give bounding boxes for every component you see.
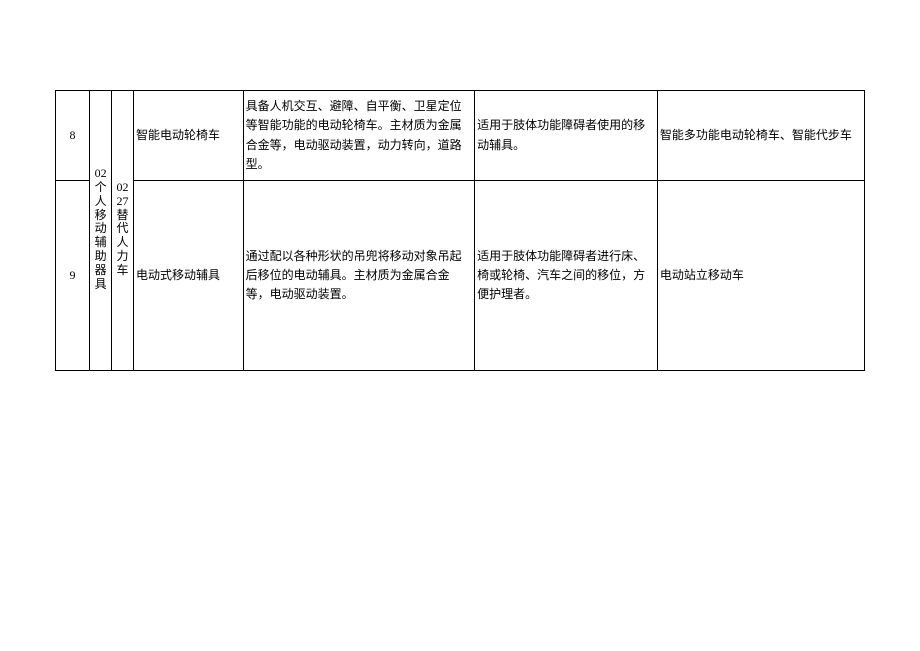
cell-category: 02个人移动辅助器具 <box>90 91 112 371</box>
cell-examples: 电动站立移动车 <box>657 181 864 371</box>
cell-num: 9 <box>56 181 90 371</box>
cell-name: 电动式移动辅具 <box>133 181 243 371</box>
cell-description: 具备人机交互、避障、自平衡、卫星定位等智能功能的电动轮椅车。主材质为金属合金等，… <box>243 91 474 181</box>
cell-application: 适用于肢体功能障碍者使用的移动辅具。 <box>475 91 658 181</box>
vertical-text: 02个人移动辅助器具 <box>95 167 107 291</box>
data-table: 8 02个人移动辅助器具 0227替代人力车 智能电动轮椅车 具备人机交互、避障… <box>55 90 865 371</box>
table-row: 8 02个人移动辅助器具 0227替代人力车 智能电动轮椅车 具备人机交互、避障… <box>56 91 865 181</box>
cell-examples: 智能多功能电动轮椅车、智能代步车 <box>657 91 864 181</box>
table-row: 9 电动式移动辅具 通过配以各种形状的吊兜将移动对象吊起后移位的电动辅具。主材质… <box>56 181 865 371</box>
vertical-text: 0227替代人力车 <box>116 181 128 278</box>
cell-name: 智能电动轮椅车 <box>133 91 243 181</box>
cell-application: 适用于肢体功能障碍者进行床、椅或轮椅、汽车之间的移位，方便护理者。 <box>475 181 658 371</box>
cell-num: 8 <box>56 91 90 181</box>
cell-description: 通过配以各种形状的吊兜将移动对象吊起后移位的电动辅具。主材质为金属合金等，电动驱… <box>243 181 474 371</box>
cell-subcategory: 0227替代人力车 <box>112 91 134 371</box>
